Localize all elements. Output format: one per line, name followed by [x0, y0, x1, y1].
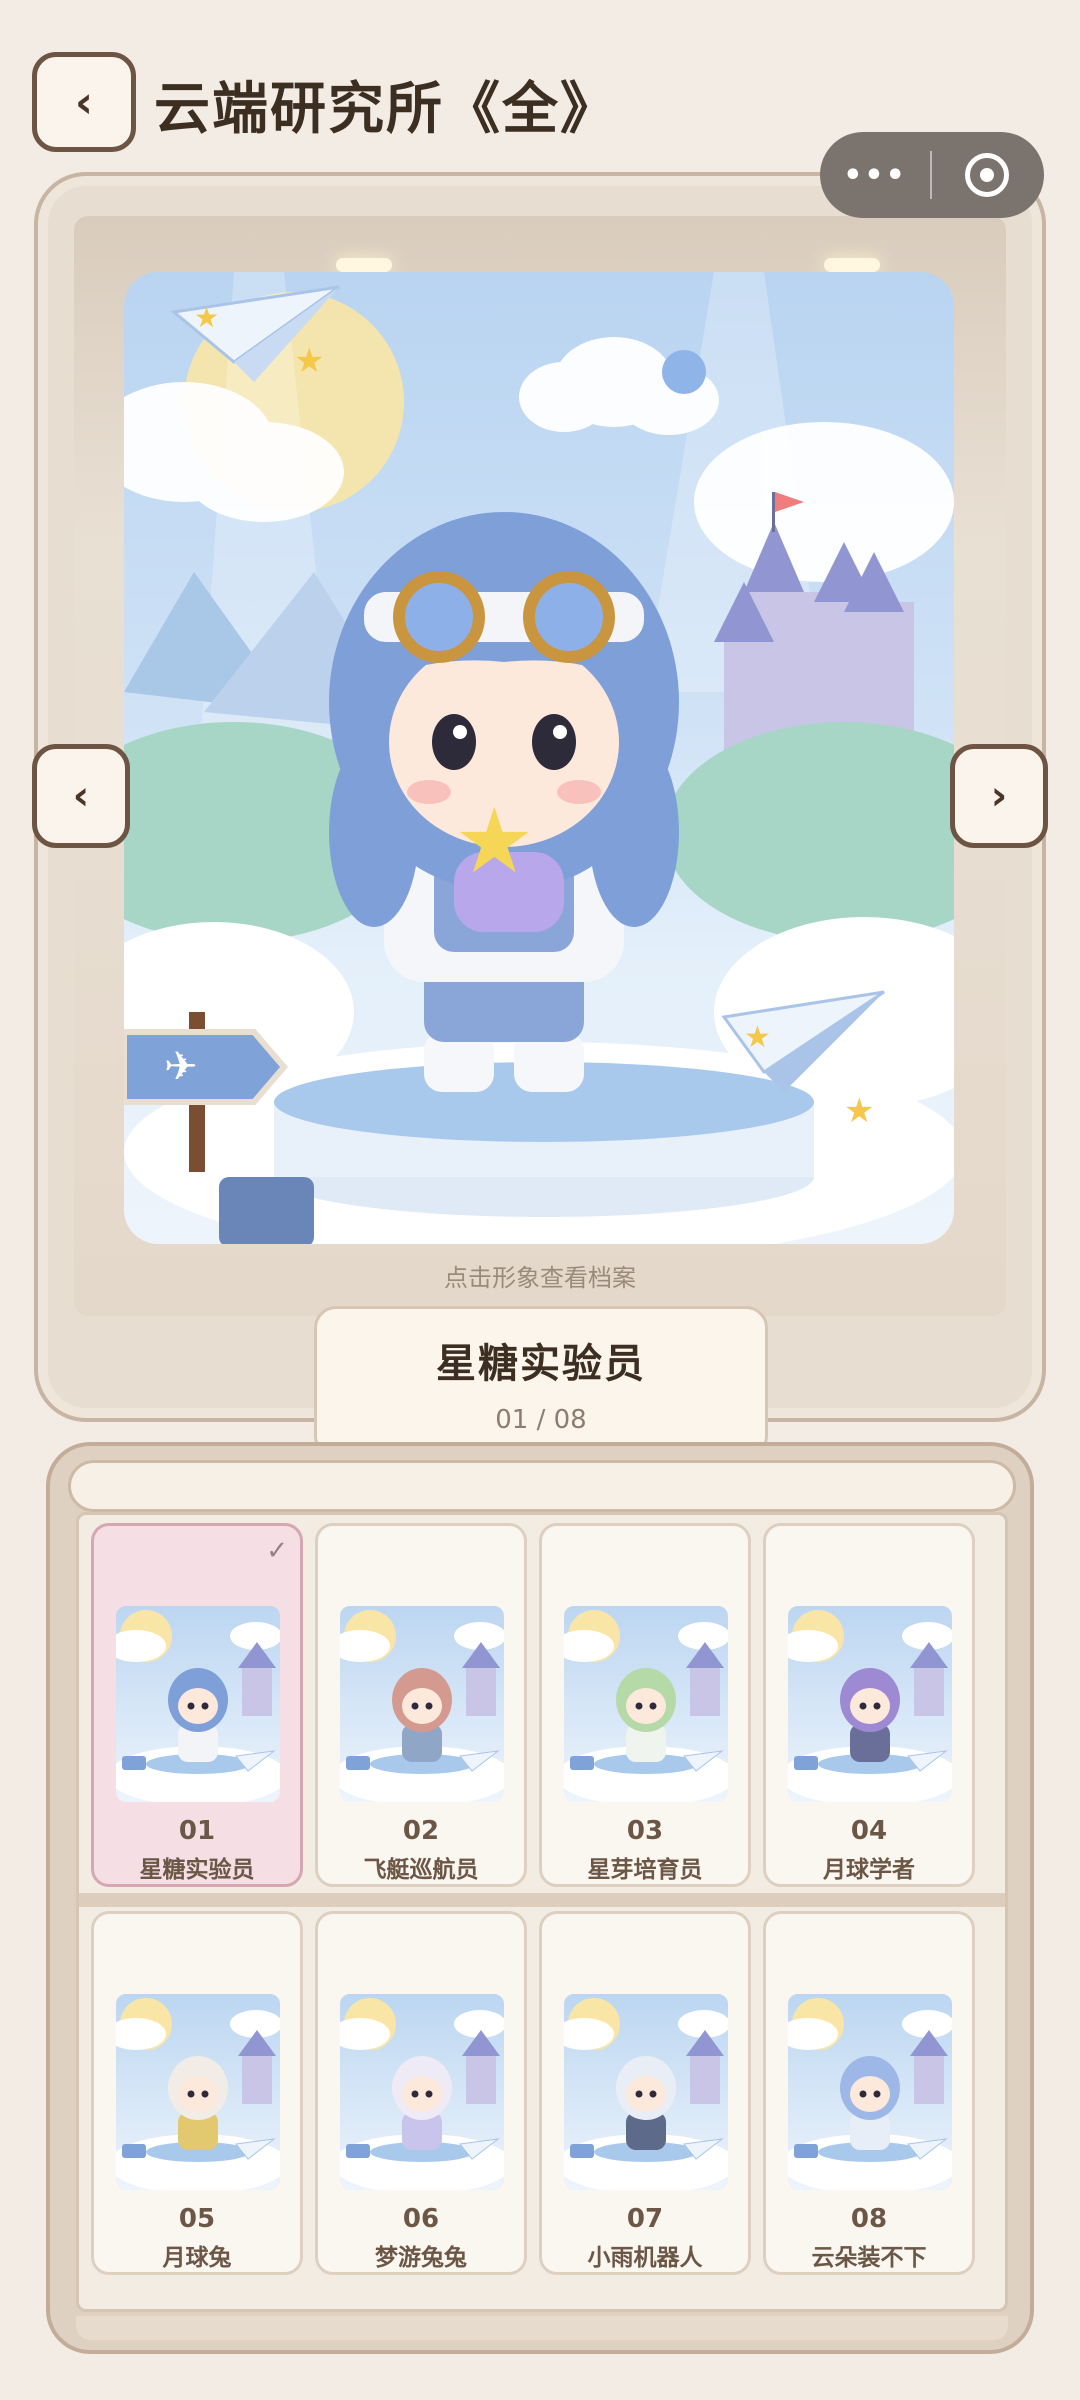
character-label: 星糖实验员 [139, 1857, 255, 1883]
character-label: 小雨机器人 [587, 2245, 703, 2271]
character-thumbnail [340, 1994, 504, 2190]
character-grid: ✓ 01 星糖实验员 02 飞艇巡航员 03 星芽培育员 04 月球学者 05 月球兔 06 梦游兔兔 0… [76, 1512, 1008, 2312]
character-card[interactable]: 04 月球学者 [763, 1523, 975, 1887]
character-thumbnail [564, 1994, 728, 2190]
character-card[interactable]: 03 星芽培育员 [539, 1523, 751, 1887]
svg-text:★: ★ [844, 1091, 874, 1131]
character-thumbnail [116, 1994, 280, 2190]
grid-header-bar [68, 1460, 1016, 1512]
character-name-plate: 星糖实验员 01 / 08 [314, 1306, 768, 1458]
character-card[interactable]: 07 小雨机器人 [539, 1911, 751, 2275]
character-number: 01 [178, 1816, 216, 1846]
character-thumbnail [788, 1606, 952, 1802]
back-button[interactable]: ‹ [32, 52, 136, 152]
mini-program-capsule: ••• [820, 132, 1044, 218]
showcase-frame: ★ ★ ✈ ★ ★ ★ 点击形象查看档案 星糖实验员 01 / 08 [34, 172, 1046, 1458]
chevron-right-icon: › [990, 773, 1008, 819]
character-number: 07 [626, 2204, 664, 2234]
svg-text:★: ★ [744, 1020, 771, 1055]
svg-text:★: ★ [294, 341, 324, 381]
page-title: 云端研究所《全》 [154, 77, 618, 142]
character-thumbnail [340, 1606, 504, 1802]
character-thumbnail [116, 1606, 280, 1802]
previous-character-button[interactable]: ‹ [32, 744, 130, 848]
character-label: 飞艇巡航员 [363, 1857, 479, 1883]
shelf-divider [79, 1893, 1005, 1907]
chevron-left-icon: ‹ [74, 76, 94, 128]
character-thumbnail [564, 1606, 728, 1802]
target-icon [965, 153, 1009, 197]
character-scene[interactable]: ★ ★ ✈ ★ ★ ★ [124, 272, 954, 1244]
character-name: 星糖实验员 [436, 1341, 646, 1387]
character-label: 云朵装不下 [811, 2245, 927, 2271]
character-label: 星芽培育员 [587, 1857, 703, 1883]
character-thumbnail [788, 1994, 952, 2190]
character-card[interactable]: 05 月球兔 [91, 1911, 303, 2275]
next-character-button[interactable]: › [950, 744, 1048, 848]
character-number: 04 [850, 1816, 888, 1846]
checkmark-icon: ✓ [266, 1536, 288, 1566]
character-number: 06 [402, 2204, 440, 2234]
character-counter: 01 / 08 [495, 1405, 587, 1435]
character-number: 05 [178, 2204, 216, 2234]
app-page: ‹ 云端研究所《全》 ★ ★ ✈ ★ ★ ★ 点击形象查看档案 星糖实验员 01… [0, 0, 1080, 2400]
close-mini-program-button[interactable] [932, 153, 1042, 197]
svg-text:✈: ✈ [164, 1044, 198, 1090]
character-card[interactable]: ✓ 01 星糖实验员 [91, 1523, 303, 1887]
spotlight-lamp [824, 258, 880, 272]
chevron-left-icon: ‹ [72, 773, 90, 819]
character-card[interactable]: 06 梦游兔兔 [315, 1911, 527, 2275]
character-number: 08 [850, 2204, 888, 2234]
grid-footer-bar [76, 2316, 1008, 2340]
svg-text:★: ★ [194, 301, 219, 334]
more-options-icon[interactable]: ••• [820, 158, 930, 193]
character-label: 梦游兔兔 [375, 2245, 467, 2271]
character-number: 02 [402, 1816, 440, 1846]
character-card[interactable]: 08 云朵装不下 [763, 1911, 975, 2275]
character-label: 月球兔 [162, 2245, 232, 2271]
spotlight-lamp [336, 258, 392, 272]
character-card[interactable]: 02 飞艇巡航员 [315, 1523, 527, 1887]
character-grid-panel: ✓ 01 星糖实验员 02 飞艇巡航员 03 星芽培育员 04 月球学者 05 月球兔 06 梦游兔兔 0… [46, 1442, 1034, 2354]
svg-text:★: ★ [454, 789, 535, 894]
view-profile-hint: 点击形象查看档案 [444, 1264, 636, 1292]
character-label: 月球学者 [823, 1857, 915, 1883]
character-number: 03 [626, 1816, 664, 1846]
character-illustration: ★ ★ ✈ ★ ★ ★ [124, 272, 954, 1244]
